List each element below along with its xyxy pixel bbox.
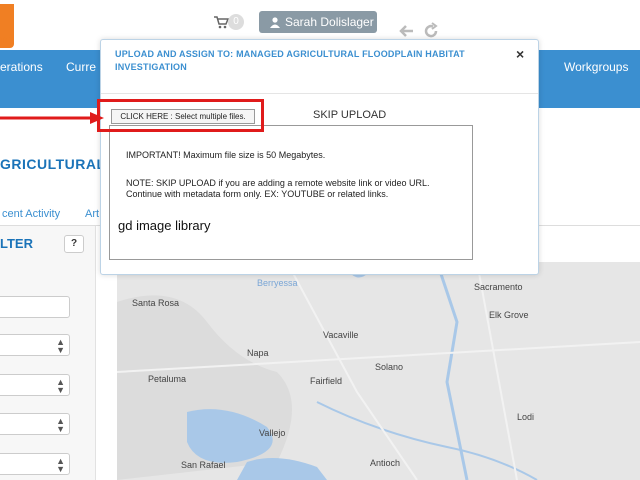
upload-modal: UPLOAD AND ASSIGN TO: MANAGED AGRICULTUR… xyxy=(100,39,539,275)
annotation-highlight-box xyxy=(97,99,264,132)
select-arrows-icon: ▲ ▼ xyxy=(56,337,65,355)
map-label: Sacramento xyxy=(474,282,523,292)
map-label: Solano xyxy=(375,362,404,372)
map-label: Berryessa xyxy=(257,278,298,288)
annotation-arrow-icon xyxy=(0,112,104,124)
filter-select-4[interactable]: ▲ ▼ xyxy=(0,453,70,475)
select-arrows-icon: ▲ ▼ xyxy=(56,377,65,395)
modal-divider xyxy=(101,93,538,94)
info-important: IMPORTANT! Maximum file size is 50 Megab… xyxy=(126,150,326,160)
filter-text-input[interactable] xyxy=(0,296,70,318)
user-name: Sarah Dolislager xyxy=(285,15,374,29)
map-label: Vacaville xyxy=(323,330,359,340)
filter-select-1[interactable]: ▲ ▼ xyxy=(0,334,70,356)
select-arrows-icon: ▲ ▼ xyxy=(56,456,65,474)
map-label: Fairfield xyxy=(310,376,343,386)
info-note-line-2: Continue with metadata form only. EX: YO… xyxy=(126,189,389,199)
map-label: Petaluma xyxy=(148,374,187,384)
map-label: Elk Grove xyxy=(489,310,529,320)
nav-item-operations[interactable]: erations xyxy=(0,60,43,74)
user-menu-button[interactable]: Sarah Dolislager xyxy=(259,11,377,33)
logo-text: TE xyxy=(0,36,11,45)
nav-item-workgroups[interactable]: Workgroups xyxy=(564,60,628,74)
map-view[interactable]: Santa Rosa Napa Vacaville Petaluma Fairf… xyxy=(117,262,640,480)
close-icon[interactable]: × xyxy=(516,46,524,62)
map-label: Vallejo xyxy=(259,428,286,438)
tab-recent-activity[interactable]: cent Activity xyxy=(2,208,60,220)
map-label: Napa xyxy=(247,348,269,358)
info-note-line-1: NOTE: SKIP UPLOAD if you are adding a re… xyxy=(126,178,430,188)
help-button[interactable]: ? xyxy=(64,235,84,253)
library-label: gd image library xyxy=(118,218,211,233)
tab-art[interactable]: Art xyxy=(85,208,99,220)
refresh-icon[interactable] xyxy=(422,22,440,40)
back-arrow-icon[interactable] xyxy=(398,22,416,40)
map-label: Santa Rosa xyxy=(132,298,180,308)
upload-info-box: IMPORTANT! Maximum file size is 50 Megab… xyxy=(109,125,473,260)
cart-count-badge: 0 xyxy=(228,14,244,30)
nav-item-current[interactable]: Curre xyxy=(66,60,96,74)
skip-upload-link[interactable]: SKIP UPLOAD xyxy=(313,109,386,121)
modal-title: UPLOAD AND ASSIGN TO: MANAGED AGRICULTUR… xyxy=(115,49,465,72)
map-label: Lodi xyxy=(517,412,535,422)
filter-select-3[interactable]: ▲ ▼ xyxy=(0,413,70,435)
filter-select-2[interactable]: ▲ ▼ xyxy=(0,374,70,396)
filter-title: LTER xyxy=(0,236,33,251)
map-label: San Rafael xyxy=(181,460,226,470)
map-label: Antioch xyxy=(370,458,401,468)
select-arrows-icon: ▲ ▼ xyxy=(56,416,65,434)
user-icon xyxy=(270,17,280,28)
